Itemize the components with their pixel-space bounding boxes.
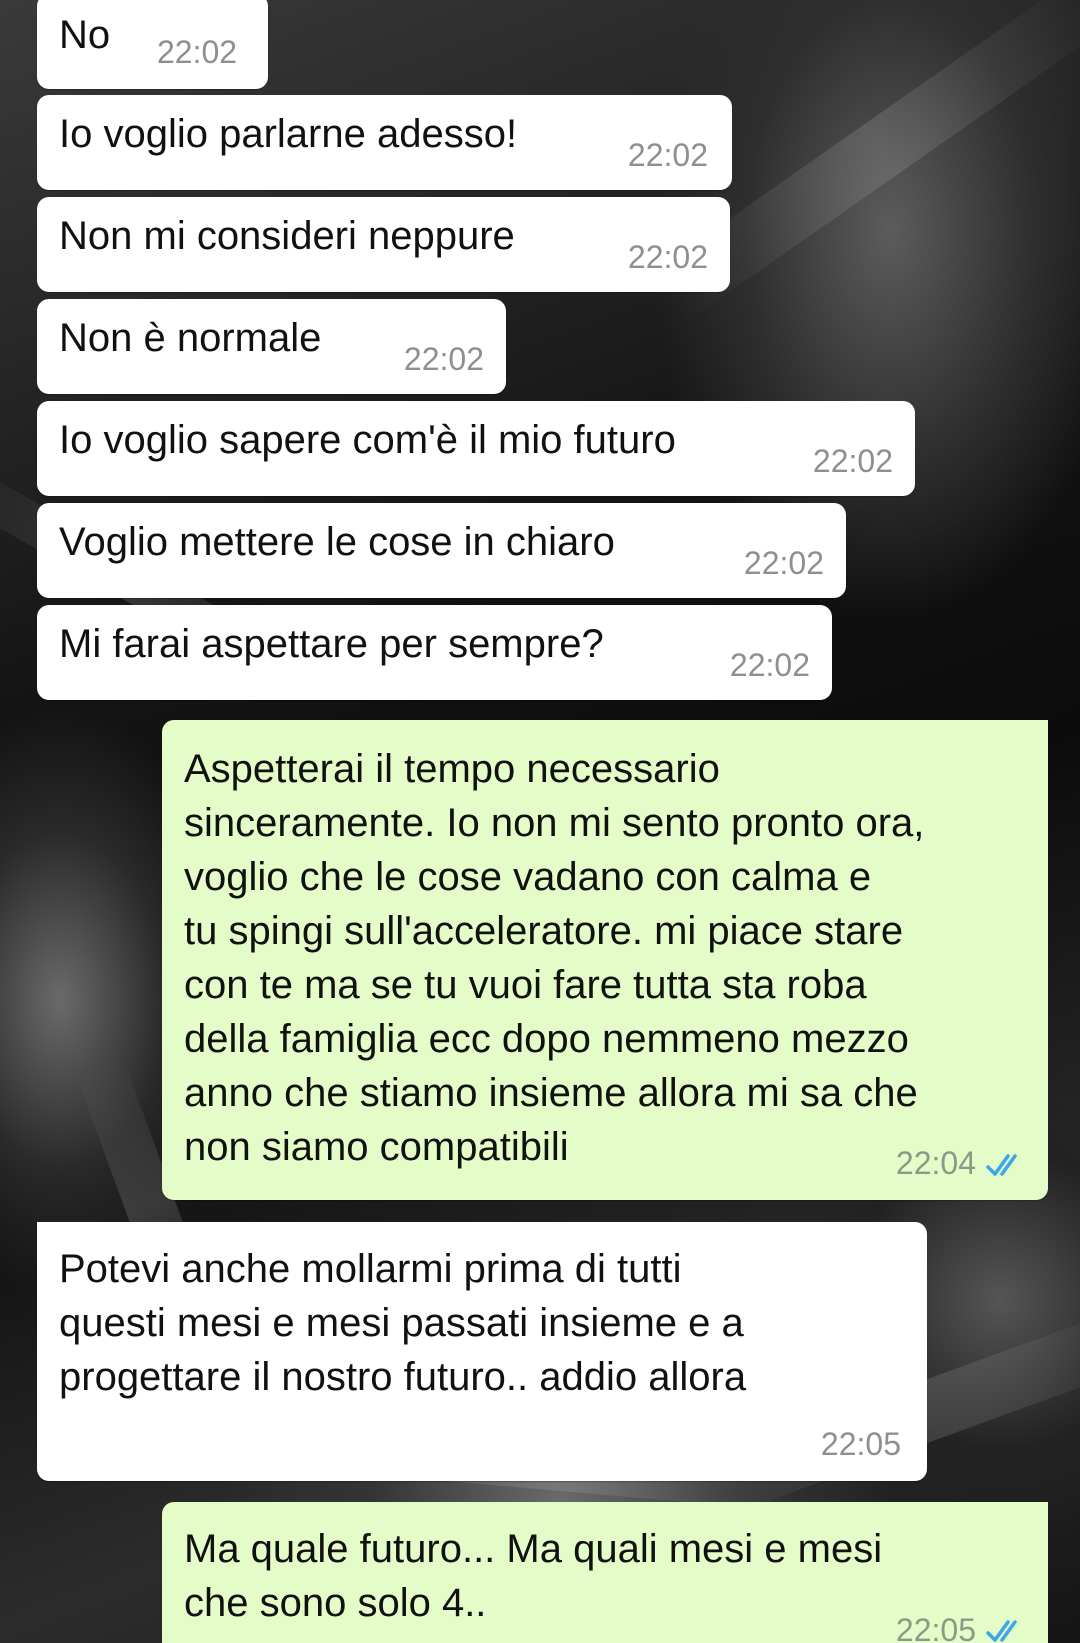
message-timestamp: 22:02 — [812, 443, 893, 479]
message-timestamp: 22:02 — [627, 239, 708, 275]
message-text: Potevi anche mollarmi prima di tutti que… — [59, 1247, 747, 1399]
message-text: Non è normale — [59, 316, 322, 360]
double-check-icon — [986, 1154, 1017, 1176]
message-bubble-incoming[interactable]: Voglio mettere le cose in chiaro 22:02 — [37, 503, 846, 598]
message-bubble-incoming[interactable]: Non mi consideri neppure 22:02 — [37, 197, 730, 292]
message-text: Non mi consideri neppure — [59, 214, 515, 258]
message-list[interactable]: No 22:02 Io voglio parlarne adesso! 22:0… — [0, 0, 1080, 1643]
message-timestamp: 22:05 — [820, 1426, 901, 1462]
message-bubble-incoming[interactable]: Non è normale 22:02 — [37, 299, 506, 394]
message-text: Mi farai aspettare per sempre? — [59, 622, 604, 666]
message-text: No — [59, 13, 111, 57]
message-timestamp: 22:02 — [627, 137, 708, 173]
message-text: Io voglio parlarne adesso! — [59, 112, 518, 156]
message-text: Ma quale futuro... Ma quali mesi e mesi … — [184, 1527, 883, 1625]
message-text: Voglio mettere le cose in chiaro — [59, 520, 615, 564]
message-timestamp: 22:02 — [743, 545, 824, 581]
double-check-icon — [986, 1620, 1017, 1642]
message-bubble-outgoing[interactable]: Ma quale futuro... Ma quali mesi e mesi … — [162, 1502, 1048, 1643]
message-timestamp: 22:02 — [403, 341, 484, 377]
message-bubble-incoming[interactable]: Potevi anche mollarmi prima di tutti que… — [37, 1222, 927, 1481]
message-text: Aspetterai il tempo necessario sincerame… — [184, 747, 925, 1169]
message-bubble-incoming[interactable]: Mi farai aspettare per sempre? 22:02 — [37, 605, 832, 700]
message-timestamp: 22:02 — [729, 647, 810, 683]
message-bubble-incoming[interactable]: No 22:02 — [37, 0, 268, 89]
message-text: Io voglio sapere com'è il mio futuro — [59, 418, 676, 462]
message-timestamp: 22:04 — [895, 1145, 976, 1181]
message-bubble-incoming[interactable]: Io voglio parlarne adesso! 22:02 — [37, 95, 732, 190]
message-timestamp: 22:02 — [157, 34, 238, 70]
message-timestamp: 22:05 — [895, 1612, 976, 1643]
message-bubble-outgoing[interactable]: Aspetterai il tempo necessario sincerame… — [162, 720, 1048, 1200]
message-bubble-incoming[interactable]: Io voglio sapere com'è il mio futuro 22:… — [37, 401, 915, 496]
